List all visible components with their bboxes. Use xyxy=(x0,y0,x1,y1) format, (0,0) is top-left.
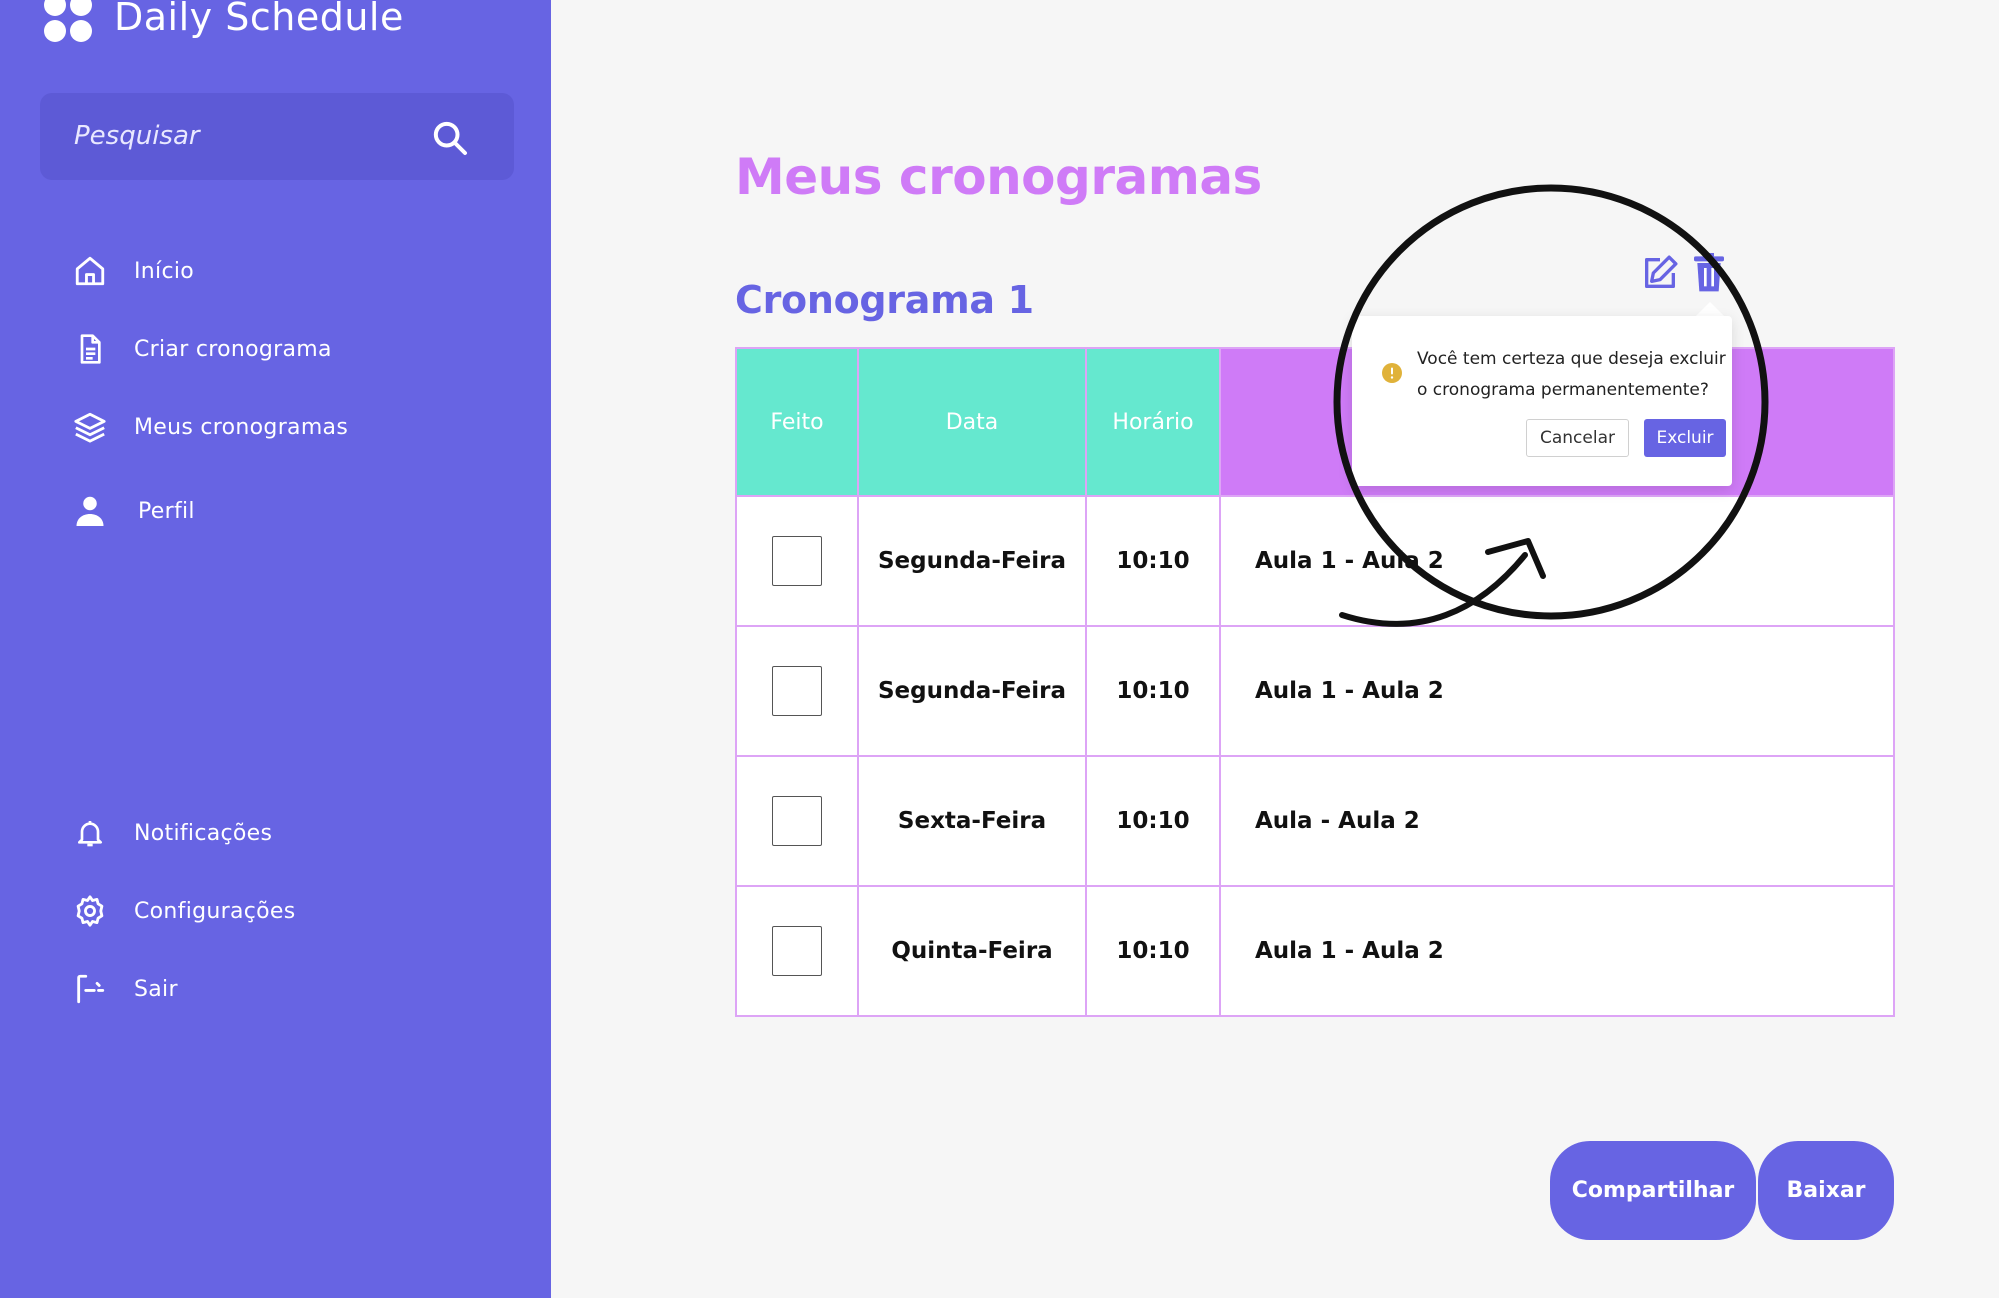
sidebar-item-label: Sair xyxy=(134,976,178,1002)
time-cell: 10:10 xyxy=(1085,625,1221,757)
column-header-time: Horário xyxy=(1085,347,1221,497)
sidebar-item-notificacoes[interactable]: Notificações xyxy=(70,811,272,855)
classes-cell: Aula - Aula 2 xyxy=(1219,755,1895,887)
done-checkbox[interactable] xyxy=(772,536,822,586)
date-cell: Quinta-Feira xyxy=(857,885,1087,1017)
table-row: Quinta-Feira 10:10 Aula 1 - Aula 2 xyxy=(735,885,1895,1017)
sidebar-item-label: Meus cronogramas xyxy=(134,414,349,440)
done-cell xyxy=(735,755,859,887)
confirm-delete-button[interactable]: Excluir xyxy=(1644,419,1726,457)
document-icon xyxy=(70,329,110,369)
user-icon xyxy=(70,491,110,531)
done-checkbox[interactable] xyxy=(772,666,822,716)
share-button[interactable]: Compartilhar xyxy=(1550,1141,1756,1240)
done-cell xyxy=(735,495,859,627)
sidebar-item-sair[interactable]: Sair xyxy=(70,967,178,1011)
logo-icon xyxy=(44,0,92,42)
gear-icon xyxy=(70,891,110,931)
sidebar-item-label: Início xyxy=(134,258,195,284)
warning-icon xyxy=(1382,363,1402,383)
time-cell: 10:10 xyxy=(1085,755,1221,887)
sidebar-item-configuracoes[interactable]: Configurações xyxy=(70,889,296,933)
table-row: Sexta-Feira 10:10 Aula - Aula 2 xyxy=(735,755,1895,887)
classes-cell: Aula 1 - Aula 2 xyxy=(1219,885,1895,1017)
time-cell: 10:10 xyxy=(1085,495,1221,627)
sidebar-item-label: Criar cronograma xyxy=(134,336,332,362)
schedule-title: Cronograma 1 xyxy=(735,278,1034,322)
done-checkbox[interactable] xyxy=(772,796,822,846)
bell-icon xyxy=(70,813,110,853)
column-header-done: Feito xyxy=(735,347,859,497)
layers-icon xyxy=(70,407,110,447)
popover-message: Você tem certeza que deseja excluir o cr… xyxy=(1417,349,1726,400)
sidebar-item-label: Notificações xyxy=(134,820,273,846)
classes-cell: Aula 1 - Aula 2 xyxy=(1219,625,1895,757)
date-cell: Sexta-Feira xyxy=(857,755,1087,887)
search-icon[interactable] xyxy=(430,118,470,158)
trash-icon[interactable] xyxy=(1692,253,1726,293)
done-checkbox[interactable] xyxy=(772,926,822,976)
sidebar-item-perfil[interactable]: Perfil xyxy=(70,489,195,533)
sidebar-item-meus-cronogramas[interactable]: Meus cronogramas xyxy=(70,405,348,449)
app-title: Daily Schedule xyxy=(114,0,404,39)
search-input[interactable] xyxy=(74,113,434,159)
done-cell xyxy=(735,885,859,1017)
download-button[interactable]: Baixar xyxy=(1758,1141,1894,1240)
app-logo[interactable]: Daily Schedule xyxy=(44,0,404,42)
done-cell xyxy=(735,625,859,757)
logout-icon xyxy=(70,969,110,1009)
table-row: Segunda-Feira 10:10 Aula 1 - Aula 2 xyxy=(735,495,1895,627)
sidebar-item-inicio[interactable]: Início xyxy=(70,249,194,293)
cancel-button[interactable]: Cancelar xyxy=(1526,419,1629,457)
sidebar-item-label: Perfil xyxy=(138,498,195,524)
edit-icon[interactable] xyxy=(1640,253,1680,293)
sidebar-item-criar-cronograma[interactable]: Criar cronograma xyxy=(70,327,332,371)
home-icon xyxy=(70,251,110,291)
table-row: Segunda-Feira 10:10 Aula 1 - Aula 2 xyxy=(735,625,1895,757)
column-header-date: Data xyxy=(857,347,1087,497)
date-cell: Segunda-Feira xyxy=(857,625,1087,757)
sidebar-item-label: Configurações xyxy=(134,898,296,924)
time-cell: 10:10 xyxy=(1085,885,1221,1017)
date-cell: Segunda-Feira xyxy=(857,495,1087,627)
sidebar: Daily Schedule Início Criar cronograma M… xyxy=(0,0,551,1301)
page-title: Meus cronogramas xyxy=(735,148,1262,206)
classes-cell: Aula 1 - Aula 2 xyxy=(1219,495,1895,627)
